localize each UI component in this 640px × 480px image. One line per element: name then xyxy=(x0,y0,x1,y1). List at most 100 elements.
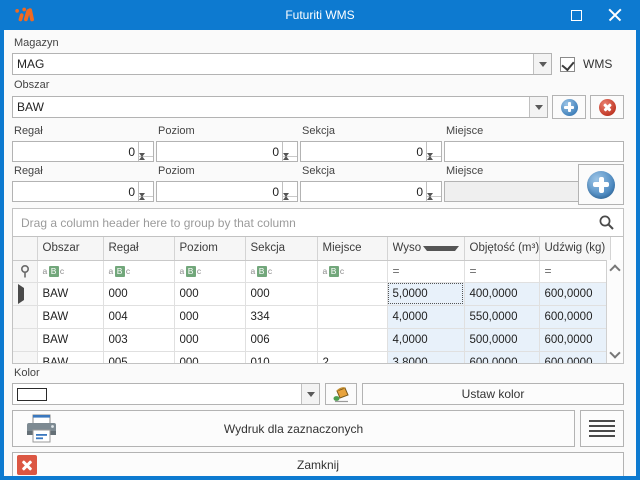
column-header-miejsce[interactable]: Miejsce xyxy=(317,237,387,260)
magazyn-combobox[interactable]: MAG xyxy=(12,53,552,75)
scroll-up-icon[interactable] xyxy=(609,264,620,275)
ustaw-kolor-button[interactable]: Ustaw kolor xyxy=(362,383,624,405)
maximize-icon[interactable] xyxy=(571,10,582,21)
column-header-regal[interactable]: Regał xyxy=(103,237,174,260)
cell-wysokosc[interactable]: 4,0000 xyxy=(387,305,464,328)
cell-sekcja[interactable]: 006 xyxy=(245,328,317,351)
wms-checkbox[interactable] xyxy=(560,57,575,72)
add-location-button[interactable] xyxy=(578,164,624,205)
vertical-scrollbar[interactable] xyxy=(606,260,623,363)
cell-poziom[interactable]: 000 xyxy=(174,328,245,351)
cell-poziom[interactable]: 000 xyxy=(174,282,245,305)
cell-wysokosc[interactable]: 3,8000 xyxy=(387,351,464,364)
regal-spinner-1[interactable] xyxy=(12,141,154,162)
cell-miejsce[interactable]: 2 xyxy=(317,351,387,364)
cell-objetosc[interactable]: 600,0000 xyxy=(464,351,539,364)
cell-regal[interactable]: 004 xyxy=(103,305,174,328)
wydruk-button[interactable]: Wydruk dla zaznaczonych xyxy=(12,410,575,447)
table-row[interactable]: BAW 000 000 000 5,0000 400,0000 600,0000 xyxy=(13,282,610,305)
equals-filter-icon: = xyxy=(393,264,400,278)
poziom-spinner-2[interactable] xyxy=(156,181,298,202)
cell-objetosc[interactable]: 500,0000 xyxy=(464,328,539,351)
regal-spinner-2[interactable] xyxy=(12,181,154,202)
search-icon[interactable] xyxy=(598,214,615,231)
regal-label-2: Regał xyxy=(14,165,154,179)
color-dropdown-button[interactable] xyxy=(301,384,319,404)
remove-obszar-button[interactable] xyxy=(590,95,624,119)
cell-obszar[interactable]: BAW xyxy=(37,305,103,328)
filter-cell-sekcja[interactable]: aBc xyxy=(245,260,317,282)
print-options-button[interactable] xyxy=(580,410,624,447)
cell-sekcja[interactable]: 010 xyxy=(245,351,317,364)
table-row[interactable]: BAW 004 000 334 4,0000 550,0000 600,0000 xyxy=(13,305,610,328)
cell-udzwig[interactable]: 600,0000 xyxy=(539,305,610,328)
cell-objetosc[interactable]: 550,0000 xyxy=(464,305,539,328)
cell-sekcja[interactable]: 000 xyxy=(245,282,317,305)
cell-udzwig[interactable]: 600,0000 xyxy=(539,282,610,305)
abc-filter-icon: aBc xyxy=(251,266,312,277)
scroll-down-icon[interactable] xyxy=(609,347,620,358)
printer-icon xyxy=(23,414,61,446)
sekcja-spinner-1[interactable] xyxy=(300,141,442,162)
sekcja-input-1[interactable] xyxy=(301,142,426,161)
regal-input-1[interactable] xyxy=(13,142,138,161)
sekcja-input-2[interactable] xyxy=(301,182,426,201)
poziom-input-1[interactable] xyxy=(157,142,282,161)
paint-bucket-button[interactable] xyxy=(325,383,357,405)
cell-poziom[interactable]: 000 xyxy=(174,351,245,364)
table-row[interactable]: BAW 005 000 010 2 3,8000 600,0000 600,00… xyxy=(13,351,610,364)
cell-sekcja[interactable]: 334 xyxy=(245,305,317,328)
poziom-input-2[interactable] xyxy=(157,182,282,201)
color-swatch xyxy=(17,388,47,401)
cell-wysokosc[interactable]: 4,0000 xyxy=(387,328,464,351)
cell-obszar[interactable]: BAW xyxy=(37,351,103,364)
zamknij-button[interactable]: Zamknij xyxy=(12,452,624,476)
cell-obszar[interactable]: BAW xyxy=(37,328,103,351)
column-header-sekcja[interactable]: Sekcja xyxy=(245,237,317,260)
regal-input-2[interactable] xyxy=(13,182,138,201)
column-header-obszar[interactable]: Obszar xyxy=(37,237,103,260)
abc-filter-icon: aBc xyxy=(109,266,169,277)
filter-cell-obszar[interactable]: aBc xyxy=(37,260,103,282)
cell-miejsce[interactable] xyxy=(317,328,387,351)
titlebar[interactable]: Futuriti WMS xyxy=(4,0,636,30)
color-combobox[interactable] xyxy=(12,383,320,405)
sekcja-label-1: Sekcja xyxy=(302,125,442,139)
filter-cell-wysokosc[interactable]: = xyxy=(387,260,464,282)
cell-poziom[interactable]: 000 xyxy=(174,305,245,328)
miejsce-input-1[interactable] xyxy=(444,141,624,162)
poziom-spinner-1[interactable] xyxy=(156,141,298,162)
cell-objetosc[interactable]: 400,0000 xyxy=(464,282,539,305)
regal-label-1: Regał xyxy=(14,125,154,139)
column-header-poziom[interactable]: Poziom xyxy=(174,237,245,260)
filter-row-indicator xyxy=(13,260,37,282)
cell-udzwig[interactable]: 600,0000 xyxy=(539,328,610,351)
sekcja-spinner-2[interactable] xyxy=(300,181,442,202)
group-by-panel[interactable]: Drag a column header here to group by th… xyxy=(13,209,623,237)
cell-regal[interactable]: 005 xyxy=(103,351,174,364)
cell-regal[interactable]: 003 xyxy=(103,328,174,351)
table-row[interactable]: BAW 003 000 006 4,0000 500,0000 600,0000 xyxy=(13,328,610,351)
cell-udzwig[interactable]: 600,0000 xyxy=(539,351,610,364)
cell-regal[interactable]: 000 xyxy=(103,282,174,305)
cell-miejsce[interactable] xyxy=(317,282,387,305)
filter-cell-miejsce[interactable]: aBc xyxy=(317,260,387,282)
column-header-objetosc[interactable]: Objętość (m³) xyxy=(464,237,539,260)
cell-wysokosc[interactable]: 5,0000 xyxy=(387,282,464,305)
filter-cell-objetosc[interactable]: = xyxy=(464,260,539,282)
obszar-combobox[interactable]: BAW xyxy=(12,96,548,118)
column-header-wysokosc[interactable]: Wysokość... xyxy=(387,237,464,260)
obszar-dropdown-button[interactable] xyxy=(529,97,547,117)
cell-obszar[interactable]: BAW xyxy=(37,282,103,305)
abc-filter-icon: aBc xyxy=(180,266,240,277)
column-header-udzwig[interactable]: Udźwig (kg) xyxy=(539,237,610,260)
filter-cell-udzwig[interactable]: = xyxy=(539,260,610,282)
poziom-label-1: Poziom xyxy=(158,125,298,139)
close-icon[interactable] xyxy=(608,8,622,22)
cell-miejsce[interactable] xyxy=(317,305,387,328)
filter-cell-regal[interactable]: aBc xyxy=(103,260,174,282)
magazyn-dropdown-button[interactable] xyxy=(533,54,551,74)
miejsce-label-1: Miejsce xyxy=(446,125,624,139)
filter-cell-poziom[interactable]: aBc xyxy=(174,260,245,282)
add-obszar-button[interactable] xyxy=(552,95,586,119)
